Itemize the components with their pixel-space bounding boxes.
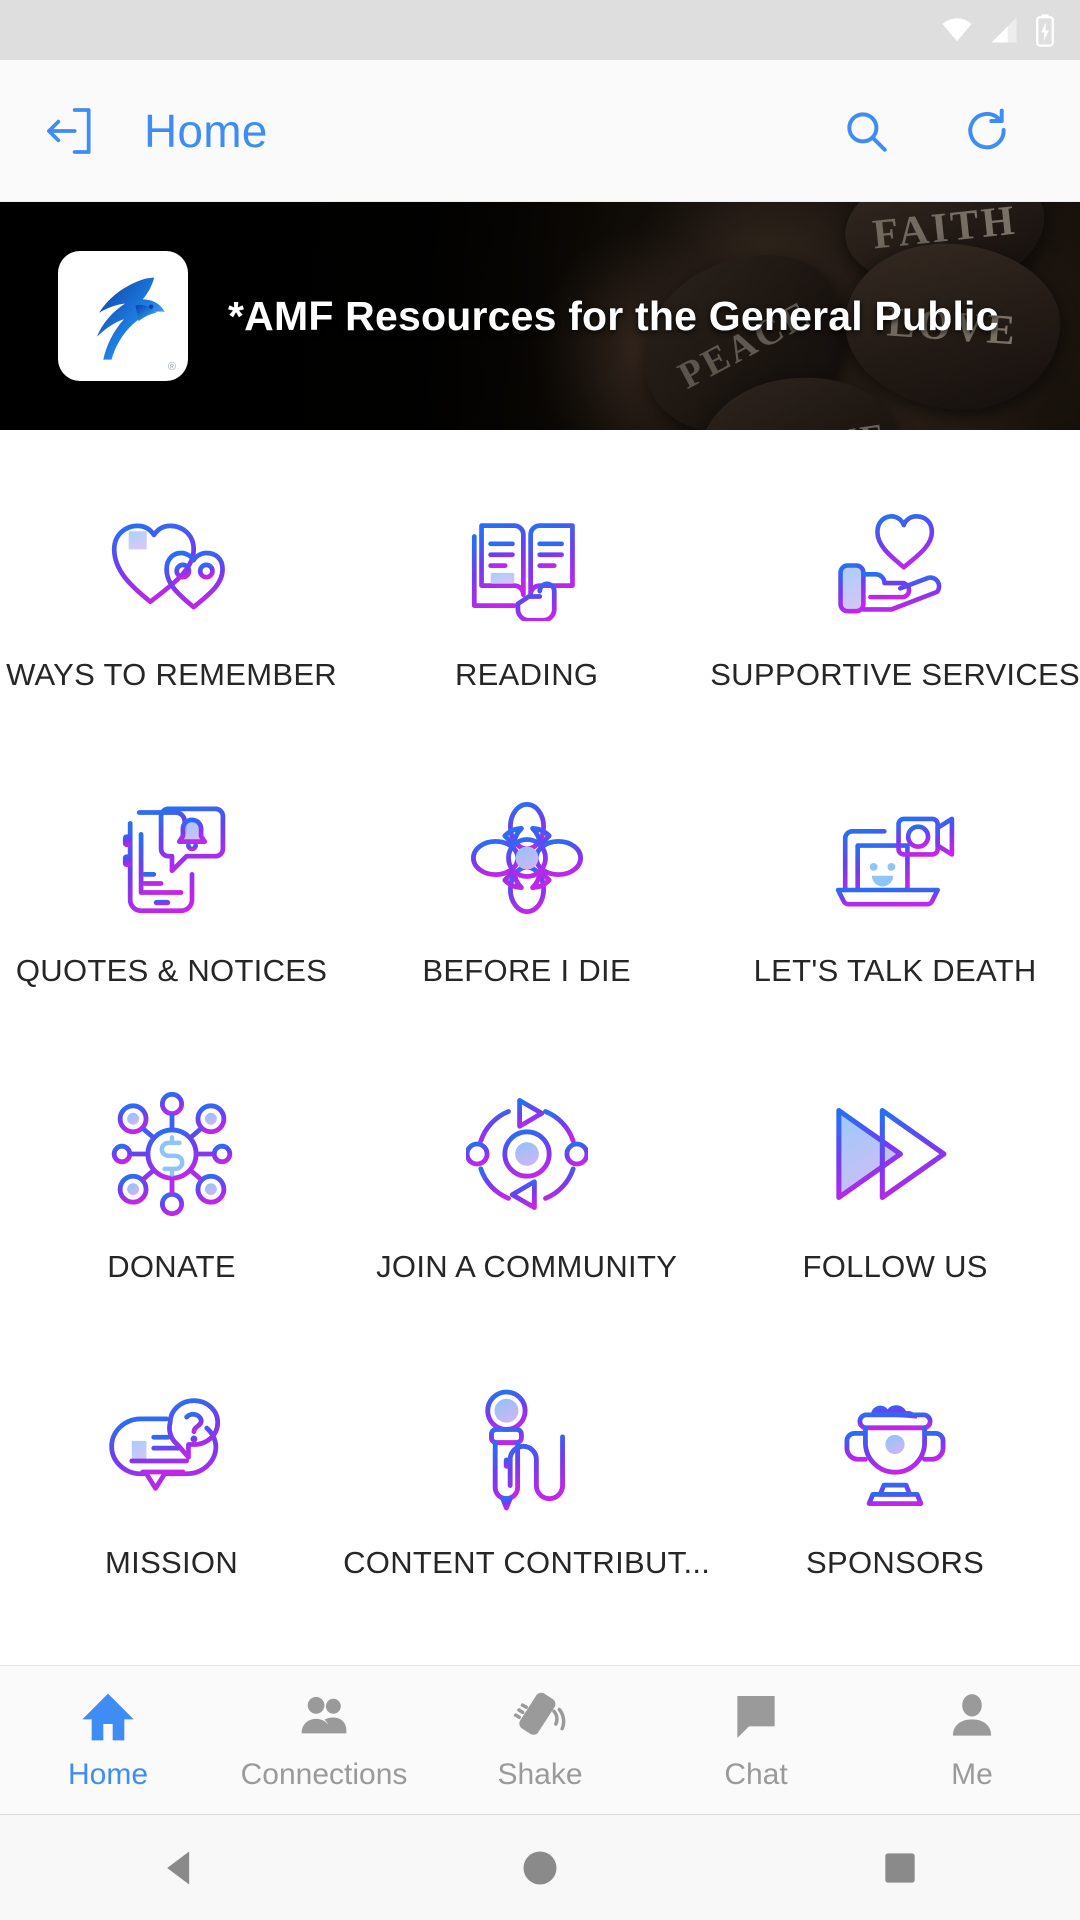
grid-item-label: SPONSORS [806,1545,985,1580]
nav-item-label: Connections [240,1757,408,1791]
grid-item-label: DONATE [107,1249,236,1284]
grid-item-sponsors[interactable]: SPONSORS [710,1362,1080,1658]
cellular-signal-icon [988,15,1020,45]
nav-item-label: Home [67,1757,149,1791]
speech-bubble-question-icon [108,1380,236,1520]
android-home-icon[interactable] [505,1833,575,1903]
chat-bubble-icon [728,1689,784,1750]
grid-item-label: CONTENT CONTRIBUT... [343,1545,711,1580]
nav-item-home[interactable]: Home [0,1689,216,1792]
flower-icon [465,788,589,928]
nav-item-connections[interactable]: Connections [216,1689,432,1792]
grid-item-label: JOIN A COMMUNITY [376,1249,678,1284]
app-toolbar: Home [0,60,1080,202]
shake-phone-icon [512,1689,568,1750]
nav-item-label: Shake [497,1757,583,1791]
amf-bird-logo: ® [58,251,188,381]
double-play-icon [828,1084,962,1224]
grid-item-label: MISSION [105,1545,239,1580]
feature-grid: WAYS TO REMEMBER READING SUPPORTIVE SERV… [0,430,1080,1658]
grid-item-ways-to-remember[interactable]: WAYS TO REMEMBER [0,474,343,770]
grid-item-mission[interactable]: MISSION [0,1362,343,1658]
microphone-icon [469,1380,585,1520]
grid-item-content-contributors[interactable]: CONTENT CONTRIBUT... [343,1362,710,1658]
status-bar [0,0,1080,60]
bottom-navigation: Home Connections Shake Chat Me [0,1665,1080,1815]
home-icon [80,1689,136,1750]
exit-left-icon[interactable] [40,101,100,161]
two-hearts-icon [107,492,237,632]
android-recents-icon[interactable] [865,1833,935,1903]
nav-item-me[interactable]: Me [864,1689,1080,1792]
refresh-icon[interactable] [958,101,1018,161]
page-title: Home [144,104,268,157]
laptop-video-call-icon [831,788,959,928]
nav-item-chat[interactable]: Chat [648,1689,864,1792]
nav-item-shake[interactable]: Shake [432,1689,648,1792]
grid-item-lets-talk-death[interactable]: LET'S TALK DEATH [710,770,1080,1066]
battery-charging-icon [1034,13,1056,47]
promo-banner[interactable]: FAITH PEACE LOVE BELIEVE ® *AMF Resource… [0,202,1080,430]
registered-mark: ® [167,361,176,373]
open-book-hand-icon [467,492,587,632]
trophy-icon [833,1380,957,1520]
grid-item-label: READING [454,657,599,692]
orbit-arrows-icon [465,1084,588,1224]
grid-item-follow-us[interactable]: FOLLOW US [710,1066,1080,1362]
search-icon[interactable] [836,101,896,161]
wifi-icon [940,15,974,45]
android-system-nav [0,1815,1080,1920]
grid-item-supportive-services[interactable]: SUPPORTIVE SERVICES [710,474,1080,770]
grid-item-join-a-community[interactable]: JOIN A COMMUNITY [343,1066,710,1362]
grid-item-label: QUOTES & NOTICES [15,953,328,988]
grid-item-label: BEFORE I DIE [422,953,631,988]
nav-item-label: Chat [724,1757,788,1791]
banner-title: *AMF Resources for the General Public [228,292,999,339]
phone-notification-bell-icon [113,788,231,928]
grid-item-label: LET'S TALK DEATH [753,953,1037,988]
grid-item-label: SUPPORTIVE SERVICES [710,657,1080,692]
person-icon [944,1689,1000,1750]
dollar-network-icon [110,1084,234,1224]
grid-item-reading[interactable]: READING [343,474,710,770]
grid-item-label: FOLLOW US [802,1249,988,1284]
grid-item-label: WAYS TO REMEMBER [6,657,337,692]
grid-item-donate[interactable]: DONATE [0,1066,343,1362]
hand-heart-icon [830,492,960,632]
people-icon [296,1689,352,1750]
grid-item-quotes-notices[interactable]: QUOTES & NOTICES [0,770,343,1066]
android-back-icon[interactable] [145,1833,215,1903]
grid-item-before-i-die[interactable]: BEFORE I DIE [343,770,710,1066]
nav-item-label: Me [951,1757,993,1791]
